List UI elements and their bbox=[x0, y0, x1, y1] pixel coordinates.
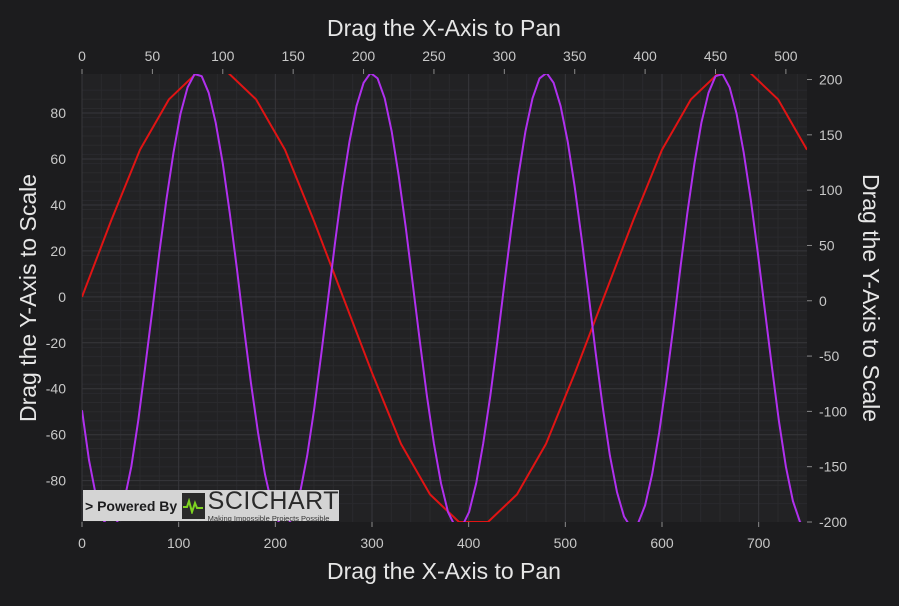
right-y-tick-label: -200 bbox=[819, 514, 847, 530]
right-y-tick-label: -150 bbox=[819, 459, 847, 475]
left-y-tick-label: 80 bbox=[50, 105, 66, 121]
bottom-x-tick-label: 200 bbox=[264, 535, 288, 551]
left-y-tick-label: 40 bbox=[50, 197, 66, 213]
bottom-x-tick-label: 400 bbox=[457, 535, 481, 551]
powered-by-label: > Powered By bbox=[85, 497, 178, 514]
bottom-x-tick-label: 100 bbox=[167, 535, 191, 551]
right-y-tick-label: 200 bbox=[819, 72, 843, 88]
bottom-x-axis[interactable]: 0 100 200 300 400 500 600 700 bbox=[78, 522, 771, 551]
bottom-x-tick-label: 500 bbox=[554, 535, 578, 551]
top-x-axis[interactable]: 0 50 100 150 200 250 300 350 400 450 500 bbox=[78, 48, 798, 74]
right-y-tick-label: 50 bbox=[819, 237, 835, 253]
top-x-tick-label: 250 bbox=[422, 48, 446, 64]
top-x-tick-label: 0 bbox=[78, 48, 86, 64]
right-y-axis-title[interactable]: Drag the Y-Axis to Scale bbox=[858, 174, 884, 422]
left-y-tick-label: -60 bbox=[46, 427, 66, 443]
bottom-x-tick-label: 600 bbox=[650, 535, 674, 551]
right-y-axis[interactable]: 200 150 100 50 0 -50 -100 -150 -200 bbox=[807, 72, 847, 530]
right-y-tick-label: -50 bbox=[819, 348, 839, 364]
bottom-x-tick-label: 300 bbox=[360, 535, 384, 551]
left-y-tick-label: 20 bbox=[50, 243, 66, 259]
bottom-x-tick-label: 0 bbox=[78, 535, 86, 551]
right-y-tick-label: 150 bbox=[819, 127, 843, 143]
top-x-tick-label: 300 bbox=[493, 48, 517, 64]
brand-name: SCICHART bbox=[207, 486, 339, 515]
scichart-logo[interactable]: > Powered By SCICHART Making Impossible … bbox=[83, 486, 339, 523]
top-x-tick-label: 100 bbox=[211, 48, 235, 64]
bottom-x-tick-label: 700 bbox=[747, 535, 771, 551]
left-y-axis-title[interactable]: Drag the Y-Axis to Scale bbox=[15, 174, 41, 422]
left-y-tick-label: -80 bbox=[46, 473, 66, 489]
left-y-tick-label: -40 bbox=[46, 381, 66, 397]
left-y-tick-label: -20 bbox=[46, 335, 66, 351]
top-x-tick-label: 400 bbox=[633, 48, 657, 64]
top-x-axis-title[interactable]: Drag the X-Axis to Pan bbox=[327, 15, 561, 41]
left-y-tick-label: 60 bbox=[50, 151, 66, 167]
left-y-axis[interactable]: 80 60 40 20 0 -20 -40 -60 -80 bbox=[46, 105, 66, 489]
brand-tagline: Making Impossible Projects Possible bbox=[207, 513, 330, 523]
left-y-tick-label: 0 bbox=[58, 289, 66, 305]
bottom-x-axis-title[interactable]: Drag the X-Axis to Pan bbox=[327, 558, 561, 584]
top-x-tick-label: 500 bbox=[774, 48, 798, 64]
right-y-tick-label: 100 bbox=[819, 182, 843, 198]
top-x-tick-label: 50 bbox=[145, 48, 161, 64]
chart-container: 0 50 100 150 200 250 300 350 400 450 500 0 100 200 30… bbox=[0, 0, 899, 601]
top-x-tick-label: 350 bbox=[563, 48, 587, 64]
right-y-tick-label: 0 bbox=[819, 293, 827, 309]
right-y-tick-label: -100 bbox=[819, 403, 847, 419]
top-x-tick-label: 150 bbox=[281, 48, 305, 64]
scichart-logo-icon bbox=[182, 492, 205, 519]
top-x-tick-label: 450 bbox=[704, 48, 728, 64]
top-x-tick-label: 200 bbox=[352, 48, 376, 64]
